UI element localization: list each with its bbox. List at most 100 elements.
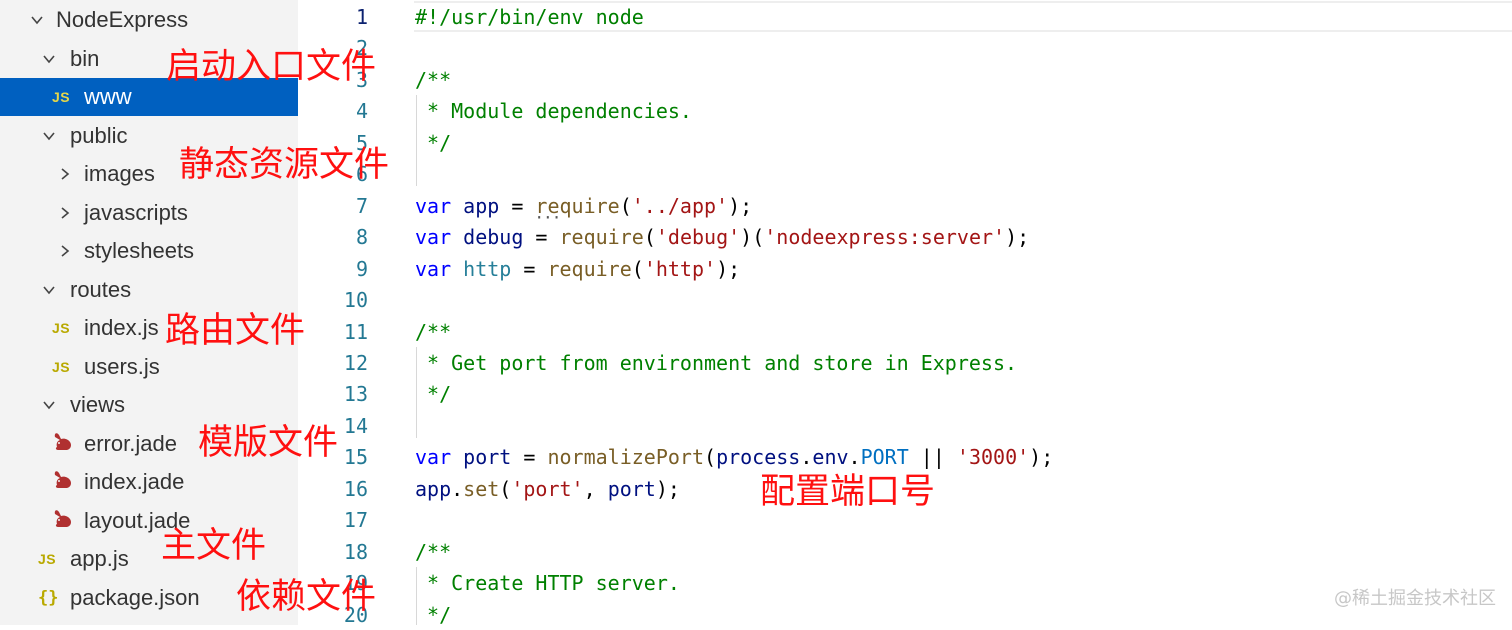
code-line[interactable]: 1 #!/usr/bin/env node xyxy=(298,1,1512,32)
code-token: ( xyxy=(704,444,717,469)
chevron-right-icon[interactable] xyxy=(58,244,72,258)
jade-rabbit-icon xyxy=(52,468,78,496)
code-token: ( xyxy=(631,256,644,281)
tree-item-label: bin xyxy=(70,46,100,71)
tree-item-users-js[interactable]: JS users.js xyxy=(0,348,298,386)
line-number: 10 xyxy=(343,287,368,312)
line-number: 16 xyxy=(343,476,368,501)
code-token: ); xyxy=(655,476,680,501)
tree-item-label: package.json xyxy=(70,585,200,610)
tree-item-routes[interactable]: routes xyxy=(0,271,298,309)
line-number: 1 xyxy=(355,4,368,29)
code-line[interactable]: 12 * Get port from environment and store… xyxy=(298,347,1512,378)
code-line[interactable]: 18 /** xyxy=(298,536,1512,567)
annotation-port: 配置端口号 xyxy=(760,472,936,512)
code-line[interactable]: 2 xyxy=(298,32,1512,63)
code-text: app.set('port', port); xyxy=(415,477,680,501)
chevron-down-icon[interactable] xyxy=(42,398,56,412)
code-text: var app = require('../app'); xyxy=(415,194,752,218)
code-token: set xyxy=(463,476,500,501)
tree-item-label: stylesheets xyxy=(84,238,195,263)
tree-item-label: views xyxy=(70,392,126,417)
chevron-down-icon[interactable] xyxy=(42,129,56,143)
code-line[interactable]: 19 * Create HTTP server. xyxy=(298,567,1512,598)
annotation-views: 模版文件 xyxy=(198,423,339,463)
code-token: '3000' xyxy=(956,444,1030,469)
code-line[interactable]: 4 * Module dependencies. xyxy=(298,95,1512,126)
js-file-icon: JS xyxy=(52,89,71,105)
code-token: #!/usr/bin/env node xyxy=(415,4,644,29)
code-text: * Create HTTP server. xyxy=(415,571,680,595)
code-token: = xyxy=(511,256,548,281)
code-token: '../app' xyxy=(631,193,729,218)
code-line[interactable]: 5 */ xyxy=(298,127,1512,158)
js-file-icon: JS xyxy=(52,359,71,375)
chevron-right-icon[interactable] xyxy=(58,167,72,181)
code-line[interactable]: 10 xyxy=(298,284,1512,315)
code-editor[interactable]: 1 #!/usr/bin/env node 2 3/** 4 * Module depe… xyxy=(298,0,1512,627)
code-token: ); xyxy=(716,256,741,281)
code-token: debug xyxy=(463,224,524,249)
code-token: = xyxy=(499,193,536,218)
code-line[interactable]: 15 var port = normalizePort(process.env.P… xyxy=(298,441,1512,472)
line-number: 17 xyxy=(343,507,368,532)
tree-item-label: NodeExpress xyxy=(56,7,189,32)
code-token: var xyxy=(415,444,452,469)
code-text: /** xyxy=(415,320,451,344)
code-token: )( xyxy=(740,224,765,249)
js-file-icon: JS xyxy=(52,320,71,336)
code-line[interactable]: 11 /** xyxy=(298,316,1512,347)
chevron-down-icon[interactable] xyxy=(42,52,56,66)
code-token: */ xyxy=(415,381,452,406)
code-line[interactable]: 9 var http = require('http'); xyxy=(298,253,1512,284)
code-token: require xyxy=(547,256,632,281)
code-token: /** xyxy=(415,539,452,564)
line-number: 11 xyxy=(343,319,368,344)
code-text: * Get port from environment and store in… xyxy=(415,351,1017,375)
code-text: */ xyxy=(415,382,451,406)
json-braces-icon: {} xyxy=(38,588,59,608)
tree-item-stylesheets[interactable]: stylesheets xyxy=(0,232,298,270)
code-token: env xyxy=(812,444,849,469)
tree-item-views[interactable]: views xyxy=(0,386,298,424)
chevron-down-icon[interactable] xyxy=(42,283,56,297)
annotation-bin: 启动入口文件 xyxy=(166,47,377,87)
code-token: var xyxy=(415,193,452,218)
code-token: = xyxy=(511,444,548,469)
code-token: ); xyxy=(728,193,753,218)
tree-item-label: users.js xyxy=(84,354,160,379)
code-token: * Create HTTP server. xyxy=(415,570,680,595)
chevron-right-icon[interactable] xyxy=(58,206,72,220)
annotation-routes: 路由文件 xyxy=(165,311,306,351)
code-line[interactable]: 3/** xyxy=(298,64,1512,95)
js-file-icon: JS xyxy=(38,551,57,567)
jade-rabbit-icon xyxy=(52,507,78,535)
code-line[interactable]: 13 */ xyxy=(298,378,1512,409)
tree-item-nodeexpress[interactable]: NodeExpress xyxy=(0,1,298,39)
code-token: app xyxy=(415,476,452,501)
code-text: var http = require('http'); xyxy=(415,257,740,281)
line-number: 18 xyxy=(343,539,368,564)
code-token: * Get port from environment and store in… xyxy=(415,350,1018,375)
code-line[interactable]: 7 var app = require('../app'); xyxy=(298,190,1512,221)
code-text: var debug = require('debug')('nodeexpres… xyxy=(415,225,1029,249)
code-token: process xyxy=(716,444,801,469)
code-token: . xyxy=(451,476,464,501)
code-token: PORT xyxy=(860,444,909,469)
chevron-down-icon[interactable] xyxy=(30,13,44,27)
code-token: http xyxy=(463,256,512,281)
code-token: /** xyxy=(415,319,452,344)
code-text: * Module dependencies. xyxy=(415,99,692,123)
tree-item-javascripts[interactable]: javascripts xyxy=(0,194,298,232)
code-token: require xyxy=(559,224,644,249)
code-token: ( xyxy=(619,193,632,218)
code-line[interactable]: 8 var debug = require('debug')('nodeexpre… xyxy=(298,221,1512,252)
code-text: */ xyxy=(415,131,451,155)
code-token: ); xyxy=(1005,224,1030,249)
code-line[interactable]: 6 xyxy=(298,158,1512,189)
tree-item-index-jade[interactable]: index.jade xyxy=(0,463,298,501)
code-line[interactable]: 14 xyxy=(298,410,1512,441)
code-line[interactable]: 20 */ xyxy=(298,599,1512,630)
code-text: */ xyxy=(415,603,451,627)
